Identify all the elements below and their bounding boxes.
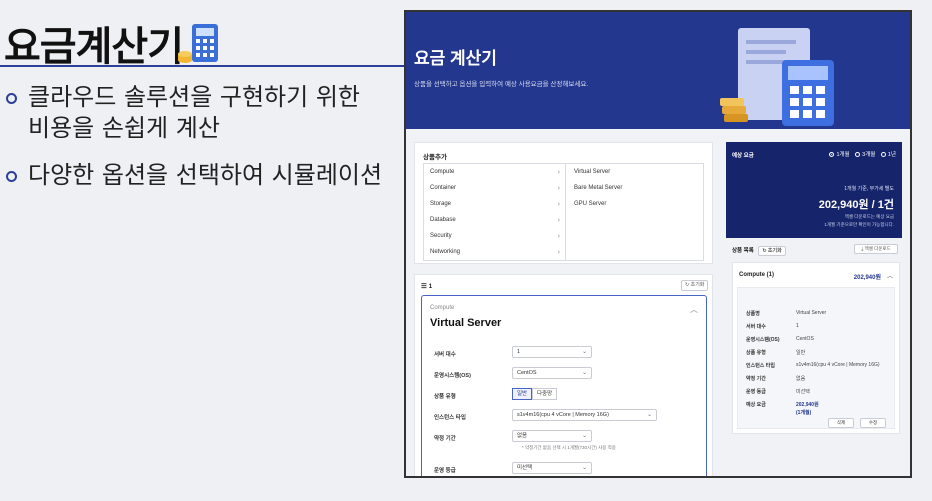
calculator-icon <box>178 24 218 63</box>
summary-value: 일반 <box>796 350 806 356</box>
chevron-right-icon: › <box>557 169 560 176</box>
contract-term-select[interactable]: 없음 ⌄ <box>512 430 592 442</box>
summary-key: 서버 대수 <box>746 324 766 330</box>
ops-grade-select[interactable]: 미선택 ⌄ <box>512 462 592 474</box>
summary-fee-period: (1개월) <box>796 410 812 416</box>
summary-value: Virtual Server <box>796 310 827 316</box>
summary-value: 1 <box>796 323 799 329</box>
period-1month-radio[interactable]: 1개월 <box>829 152 850 158</box>
category-column: Compute › Container › Storage › Database › S… <box>424 164 566 260</box>
chevron-right-icon: › <box>557 185 560 192</box>
summary-key: 운영시스템(OS) <box>746 337 780 343</box>
product-picker: Compute › Container › Storage › Database › S… <box>423 163 704 261</box>
summary-key: 운영 등급 <box>746 389 766 395</box>
product-add-card: 상품추가 Compute › Container › Storage › Databa… <box>414 142 713 264</box>
summary-value: s1v4m16(cpu 4 vCore | Memory 16G) <box>796 362 880 368</box>
instance-type-select[interactable]: s1v4m16(cpu 4 vCore | Memory 16G) ⌄ <box>512 409 657 421</box>
category-database[interactable]: Database › <box>430 217 560 231</box>
excel-download-button[interactable]: ⤓ 엑셀 다운로드 <box>854 244 898 254</box>
server-count-select[interactable]: 1 ⌄ <box>512 346 592 358</box>
page-subtitle: 상품을 선택하고 옵션을 입력하여 예상 사용요금을 산정해보세요. <box>414 81 589 88</box>
bullet-dot-icon <box>6 93 17 104</box>
period-1year-radio[interactable]: 1년 <box>880 152 896 158</box>
summary-value: 미선택 <box>796 389 810 395</box>
type-general-toggle[interactable]: 일반 <box>512 388 533 400</box>
estimate-basis: 1개월 기준, 부가세 별도 <box>844 186 894 192</box>
server-config-card: ☰ 1 ↻ 초기화 Compute Virtual Server ︿ 서버 대수… <box>414 274 713 476</box>
chevron-right-icon: › <box>557 201 560 208</box>
contract-term-label: 약정 기간 <box>434 436 456 442</box>
period-radio-group: 1개월 3개월 1년 <box>825 150 896 158</box>
estimate-note-1: 엑셀 다운로드는 예상 요금 <box>844 214 894 219</box>
subitem-gpu-server[interactable]: GPU Server <box>574 201 606 207</box>
type-multinet-toggle[interactable]: 다중망 <box>532 388 558 400</box>
chevron-down-icon: ⌄ <box>581 465 587 471</box>
summary-key: 약정 기간 <box>746 376 766 382</box>
chevron-right-icon: › <box>557 217 560 224</box>
hero-banner: 요금 계산기 상품을 선택하고 옵션을 입력하여 예상 사용요금을 산정해보세요… <box>406 12 910 129</box>
subitem-bare-metal-server[interactable]: Bare Metal Server <box>574 185 622 191</box>
contract-term-note: * 약정기간 없음 선택 시 1개월(730시간) 사용 적용 <box>522 445 616 450</box>
category-security[interactable]: Security › <box>430 233 560 247</box>
instance-type-label: 인스턴스 타입 <box>434 415 466 421</box>
chevron-up-icon[interactable]: ︿ <box>887 271 893 280</box>
category-networking[interactable]: Networking › <box>430 249 560 263</box>
summary-head: Compute (1) <box>739 272 774 278</box>
summary-key: 상품 유형 <box>746 350 766 356</box>
summary-fee-key: 예상 요금 <box>746 402 766 408</box>
title-underline <box>0 65 405 67</box>
delete-button[interactable]: 삭제 <box>828 418 854 428</box>
estimate-panel: 예상 요금 1개월 3개월 1년 1개월 기준, 부가세 별도 202,940원… <box>726 142 902 238</box>
chevron-down-icon: ⌄ <box>581 370 587 376</box>
slide-title: 요금계산기 <box>4 24 184 70</box>
stack-icon: ☰ <box>421 283 427 290</box>
list-reset-button[interactable]: ↻ 초기화 <box>758 246 786 256</box>
subitem-virtual-server[interactable]: Virtual Server <box>574 169 610 175</box>
chevron-right-icon: › <box>557 249 560 256</box>
summary-value: CentOS <box>796 336 814 342</box>
bullet-1-line-1: 클라우드 솔루션을 구현하기 위한 <box>28 83 361 111</box>
os-select[interactable]: CentOS ⌄ <box>512 367 592 379</box>
summary-card: Compute (1) 202,940원 ︿ 상품명 Virtual Serve… <box>732 262 900 434</box>
summary-key: 인스턴스 타입 <box>746 363 775 369</box>
chevron-right-icon: › <box>557 233 560 240</box>
chevron-down-icon: ⌄ <box>581 433 587 439</box>
summary-details: 상품명 Virtual Server 서버 대수 1 운영시스템(OS) Cen… <box>737 287 895 429</box>
bullet-2: 다양한 옵션을 선택하여 시뮬레이션 <box>6 160 406 191</box>
product-list-label: 상품 목록 ↻ 초기화 <box>732 246 786 256</box>
calculator-screenshot: 요금 계산기 상품을 선택하고 옵션을 입력하여 예상 사용요금을 산정해보세요… <box>404 10 912 478</box>
calculator-illustration-icon <box>720 28 834 126</box>
product-type-label: 상품 유형 <box>434 394 456 400</box>
bullet-1-line-2: 비용을 손쉽게 계산 <box>28 114 220 142</box>
bullet-2-line-1: 다양한 옵션을 선택하여 시뮬레이션 <box>28 161 383 189</box>
summary-key: 상품명 <box>746 311 760 317</box>
estimate-price: 202,940원 / 1건 <box>818 199 894 211</box>
server-section-label: ☰ 1 <box>421 283 433 290</box>
summary-value: 없음 <box>796 376 806 382</box>
server-count-label: 서버 대수 <box>434 352 456 358</box>
product-add-label: 상품추가 <box>423 154 447 161</box>
chevron-up-icon[interactable]: ︿ <box>690 304 698 315</box>
summary-total: 202,940원 <box>853 275 881 281</box>
chevron-down-icon: ⌄ <box>646 412 652 418</box>
virtual-server-panel: Compute Virtual Server ︿ 서버 대수 1 ⌄ 운영시스템(… <box>421 295 707 476</box>
chevron-down-icon: ⌄ <box>581 349 587 355</box>
category-storage[interactable]: Storage › <box>430 201 560 215</box>
page-title: 요금 계산기 <box>414 49 497 68</box>
category-compute[interactable]: Compute › <box>430 169 560 183</box>
server-reset-button[interactable]: ↻ 초기화 <box>681 280 709 291</box>
server-name: Virtual Server <box>430 317 502 329</box>
estimate-label: 예상 요금 <box>732 153 754 159</box>
server-category: Compute <box>430 305 455 311</box>
ops-grade-label: 운영 등급 <box>434 468 456 474</box>
estimate-note-2: 1개월 기준으로만 확인이 가능합니다. <box>824 222 894 227</box>
bullet-1: 클라우드 솔루션을 구현하기 위한 비용을 손쉽게 계산 <box>6 82 386 144</box>
os-label: 운영시스템(OS) <box>434 373 471 379</box>
category-container[interactable]: Container › <box>430 185 560 199</box>
bullet-dot-icon <box>6 171 17 182</box>
edit-button[interactable]: 수정 <box>860 418 886 428</box>
period-3month-radio[interactable]: 3개월 <box>855 152 875 158</box>
summary-fee-value: 202,940원 <box>796 402 819 408</box>
